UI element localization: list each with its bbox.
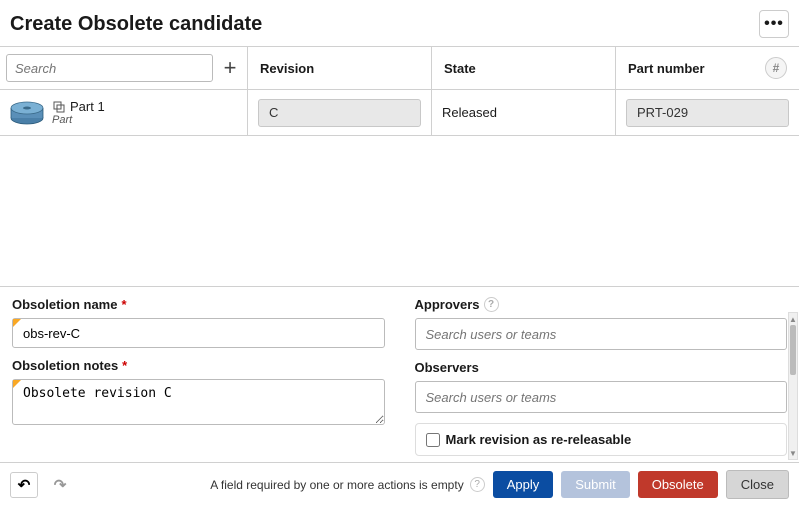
close-button[interactable]: Close — [726, 470, 789, 499]
approvers-label: Approvers ? — [415, 297, 788, 312]
undo-button[interactable]: ↶ — [10, 472, 38, 498]
item-name: Part 1 — [70, 99, 105, 114]
apply-button[interactable]: Apply — [493, 471, 554, 498]
obsoletion-name-label: Obsoletion name* — [12, 297, 385, 312]
more-actions-button[interactable]: ••• — [759, 10, 789, 38]
part-icon — [8, 98, 46, 128]
ellipsis-icon: ••• — [764, 16, 784, 32]
hash-icon[interactable]: # — [765, 57, 787, 79]
obsoletion-notes-input[interactable] — [12, 379, 385, 425]
add-button[interactable]: + — [217, 55, 243, 81]
plus-icon: + — [224, 55, 237, 81]
observers-input[interactable] — [415, 381, 788, 413]
page-title: Create Obsolete candidate — [10, 13, 262, 36]
state-text: Released — [442, 99, 497, 126]
re-releasable-checkbox[interactable] — [426, 433, 440, 447]
column-header-part-number-label: Part number — [628, 61, 705, 76]
observers-label: Observers — [415, 360, 788, 375]
obsolete-button[interactable]: Obsolete — [638, 471, 718, 498]
obsoletion-name-input[interactable] — [12, 318, 385, 348]
undo-icon: ↶ — [18, 476, 31, 494]
link-icon — [52, 100, 66, 114]
part-number-field: PRT-029 — [626, 99, 789, 127]
column-header-part-number[interactable]: Part number # — [616, 47, 799, 89]
column-header-revision[interactable]: Revision — [248, 47, 432, 89]
approvers-input[interactable] — [415, 318, 788, 350]
scroll-thumb[interactable] — [790, 325, 796, 375]
table-row[interactable]: Part 1 Part C Released PRT-029 — [0, 90, 799, 136]
scroll-up-icon[interactable]: ▲ — [789, 313, 797, 325]
help-icon[interactable]: ? — [484, 297, 499, 312]
scroll-down-icon[interactable]: ▼ — [789, 447, 797, 459]
submit-button[interactable]: Submit — [561, 471, 629, 498]
redo-button[interactable]: ↷ — [46, 472, 74, 498]
revision-field: C — [258, 99, 421, 127]
search-input[interactable] — [6, 54, 213, 82]
obsoletion-notes-label: Obsoletion notes* — [12, 358, 385, 373]
re-releasable-label: Mark revision as re-releasable — [446, 432, 632, 447]
scrollbar[interactable]: ▲ ▼ — [788, 312, 798, 460]
footer-message: A field required by one or more actions … — [210, 478, 463, 492]
item-type: Part — [52, 114, 105, 126]
help-icon[interactable]: ? — [470, 477, 485, 492]
column-header-state[interactable]: State — [432, 47, 616, 89]
redo-icon: ↷ — [54, 476, 67, 494]
